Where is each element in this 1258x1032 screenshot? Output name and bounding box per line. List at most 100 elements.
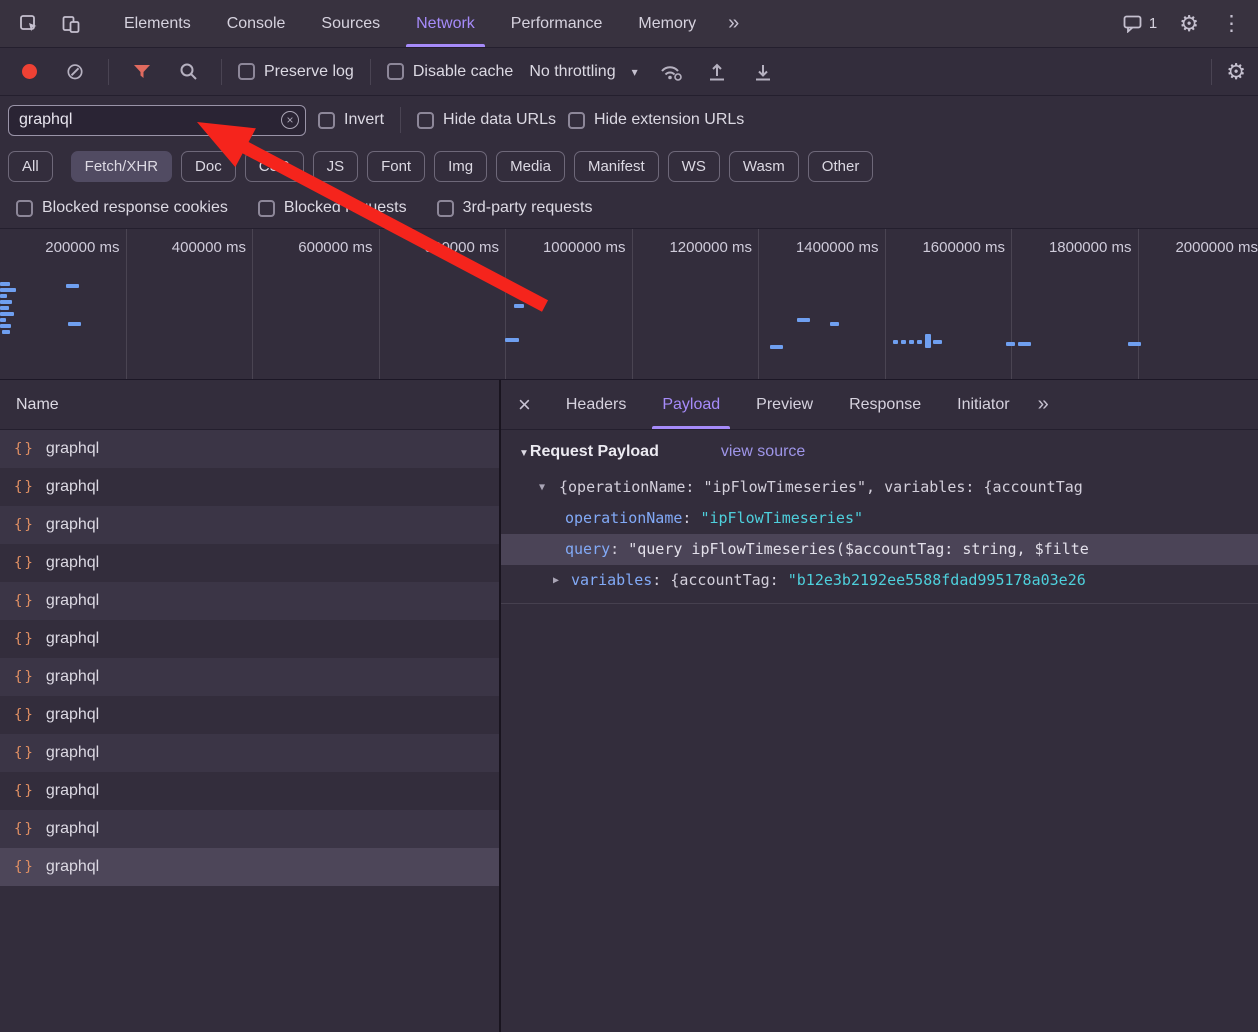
- request-row[interactable]: {}graphql: [0, 772, 499, 810]
- filter-icon[interactable]: [125, 63, 159, 80]
- expand-triangle-icon[interactable]: ▼: [539, 472, 545, 503]
- timeline-tick: 1000000 ms: [506, 229, 633, 379]
- chip-wasm[interactable]: Wasm: [729, 151, 799, 182]
- payload-key: operationName: [565, 509, 682, 527]
- inspect-element-icon[interactable]: [8, 0, 50, 47]
- network-overview-timeline[interactable]: 200000 ms 400000 ms 600000 ms 800000 ms …: [0, 228, 1258, 380]
- payload-root-row[interactable]: ▼ {operationName: "ipFlowTimeseries", va…: [501, 472, 1258, 503]
- filter-input[interactable]: [8, 105, 306, 136]
- invert-checkbox[interactable]: [318, 112, 335, 129]
- clear-network-log-icon[interactable]: ⊘: [58, 60, 92, 83]
- chip-img[interactable]: Img: [434, 151, 487, 182]
- request-payload-section[interactable]: ▼ Request Payload view source: [501, 443, 1258, 461]
- customize-menu-icon[interactable]: ⋮: [1221, 13, 1242, 34]
- export-har-icon[interactable]: [746, 62, 780, 82]
- name-column-label: Name: [16, 396, 59, 414]
- tab-payload[interactable]: Payload: [644, 380, 738, 429]
- hide-extension-urls-label: Hide extension URLs: [594, 111, 744, 129]
- tabbar-right-controls: 1 ⚙ ⋮: [1123, 13, 1258, 35]
- tab-response[interactable]: Response: [831, 380, 939, 429]
- chip-other[interactable]: Other: [808, 151, 874, 182]
- tab-performance[interactable]: Performance: [493, 0, 621, 47]
- hide-extension-urls-checkbox[interactable]: [568, 112, 585, 129]
- payload-variables-row[interactable]: ▶ variables: {accountTag: "b12e3b2192ee5…: [501, 565, 1258, 596]
- clear-filter-icon[interactable]: ×: [281, 111, 299, 129]
- request-row[interactable]: {}graphql: [0, 582, 499, 620]
- request-row[interactable]: {}graphql: [0, 468, 499, 506]
- json-braces-icon: {}: [14, 821, 35, 837]
- blocked-cookies-checkbox-group: Blocked response cookies: [16, 199, 228, 217]
- expand-triangle-icon[interactable]: ▶: [553, 565, 559, 596]
- request-row[interactable]: {}graphql: [0, 696, 499, 734]
- blocked-requests-checkbox[interactable]: [258, 200, 275, 217]
- tab-label: Sources: [321, 15, 380, 33]
- message-count: 1: [1149, 15, 1157, 32]
- payload-query-row[interactable]: query: "query ipFlowTimeseries($accountT…: [501, 534, 1258, 565]
- request-row[interactable]: {} graphql: [0, 810, 499, 848]
- blocked-requests-label: Blocked requests: [284, 199, 407, 217]
- third-party-label: 3rd-party requests: [463, 199, 593, 217]
- chip-ws[interactable]: WS: [668, 151, 720, 182]
- request-row[interactable]: {}graphql: [0, 734, 499, 772]
- record-network-log-icon[interactable]: [12, 64, 46, 79]
- timeline-tick: 1600000 ms: [886, 229, 1013, 379]
- tab-memory[interactable]: Memory: [620, 0, 714, 47]
- network-conditions-icon[interactable]: [654, 62, 688, 82]
- tab-network[interactable]: Network: [398, 0, 493, 47]
- name-column-header[interactable]: Name: [0, 380, 499, 430]
- search-icon[interactable]: [171, 62, 205, 81]
- request-row[interactable]: {}graphql: [0, 544, 499, 582]
- extra-filters-row: Blocked response cookies Blocked request…: [0, 188, 1258, 228]
- message-bubble-icon: [1123, 15, 1142, 33]
- chip-css[interactable]: CSS: [245, 151, 304, 182]
- tab-preview[interactable]: Preview: [738, 380, 831, 429]
- disable-cache-checkbox[interactable]: [387, 63, 404, 80]
- request-row[interactable]: {}graphql: [0, 658, 499, 696]
- chip-font[interactable]: Font: [367, 151, 425, 182]
- timeline-tick: 600000 ms: [253, 229, 380, 379]
- hide-data-urls-checkbox[interactable]: [417, 112, 434, 129]
- chip-js[interactable]: JS: [313, 151, 359, 182]
- third-party-checkbox[interactable]: [437, 200, 454, 217]
- request-row[interactable]: {}graphql: [0, 848, 499, 886]
- tab-headers[interactable]: Headers: [548, 380, 644, 429]
- tab-sources[interactable]: Sources: [303, 0, 398, 47]
- payload-key: variables: [571, 571, 652, 589]
- chip-media[interactable]: Media: [496, 151, 565, 182]
- request-row[interactable]: {}graphql: [0, 506, 499, 544]
- import-har-icon[interactable]: [700, 62, 734, 82]
- payload-operation-row[interactable]: operationName: "ipFlowTimeseries": [501, 503, 1258, 534]
- chip-fetch-xhr[interactable]: Fetch/XHR: [71, 151, 172, 182]
- tab-label: Response: [849, 396, 921, 414]
- chip-doc[interactable]: Doc: [181, 151, 236, 182]
- request-name: graphql: [46, 592, 99, 610]
- tab-initiator[interactable]: Initiator: [939, 380, 1027, 429]
- collapse-triangle-icon[interactable]: ▼: [519, 448, 529, 459]
- network-settings-gear-icon[interactable]: ⚙: [1226, 61, 1246, 83]
- chip-manifest[interactable]: Manifest: [574, 151, 659, 182]
- tab-label: Payload: [662, 396, 720, 414]
- request-name: graphql: [46, 820, 99, 838]
- more-tabs-icon[interactable]: »: [714, 12, 753, 35]
- throttling-dropdown[interactable]: No throttling ▾: [525, 63, 641, 81]
- preserve-log-label: Preserve log: [264, 63, 354, 81]
- tab-console[interactable]: Console: [209, 0, 304, 47]
- settings-gear-icon[interactable]: ⚙: [1179, 13, 1199, 35]
- payload-value: "query ipFlowTimeseries($accountTag: str…: [628, 540, 1089, 558]
- view-source-link[interactable]: view source: [721, 443, 805, 461]
- blocked-cookies-checkbox[interactable]: [16, 200, 33, 217]
- tab-label: Elements: [124, 15, 191, 33]
- request-row[interactable]: {}graphql: [0, 430, 499, 468]
- tab-elements[interactable]: Elements: [106, 0, 209, 47]
- request-row[interactable]: {}graphql: [0, 620, 499, 658]
- close-details-icon[interactable]: ×: [501, 392, 548, 418]
- preserve-log-checkbox[interactable]: [238, 63, 255, 80]
- device-toolbar-icon[interactable]: [50, 0, 92, 47]
- json-braces-icon: {}: [14, 669, 35, 685]
- timeline-tick: 1800000 ms: [1012, 229, 1139, 379]
- console-messages-badge[interactable]: 1: [1123, 15, 1157, 33]
- network-main-area: Name {}graphql {}graphql {}graphql {}gra…: [0, 380, 1258, 1032]
- filter-row: × Invert Hide data URLs Hide extension U…: [0, 96, 1258, 144]
- chip-all[interactable]: All: [8, 151, 53, 182]
- more-details-tabs-icon[interactable]: »: [1028, 393, 1059, 416]
